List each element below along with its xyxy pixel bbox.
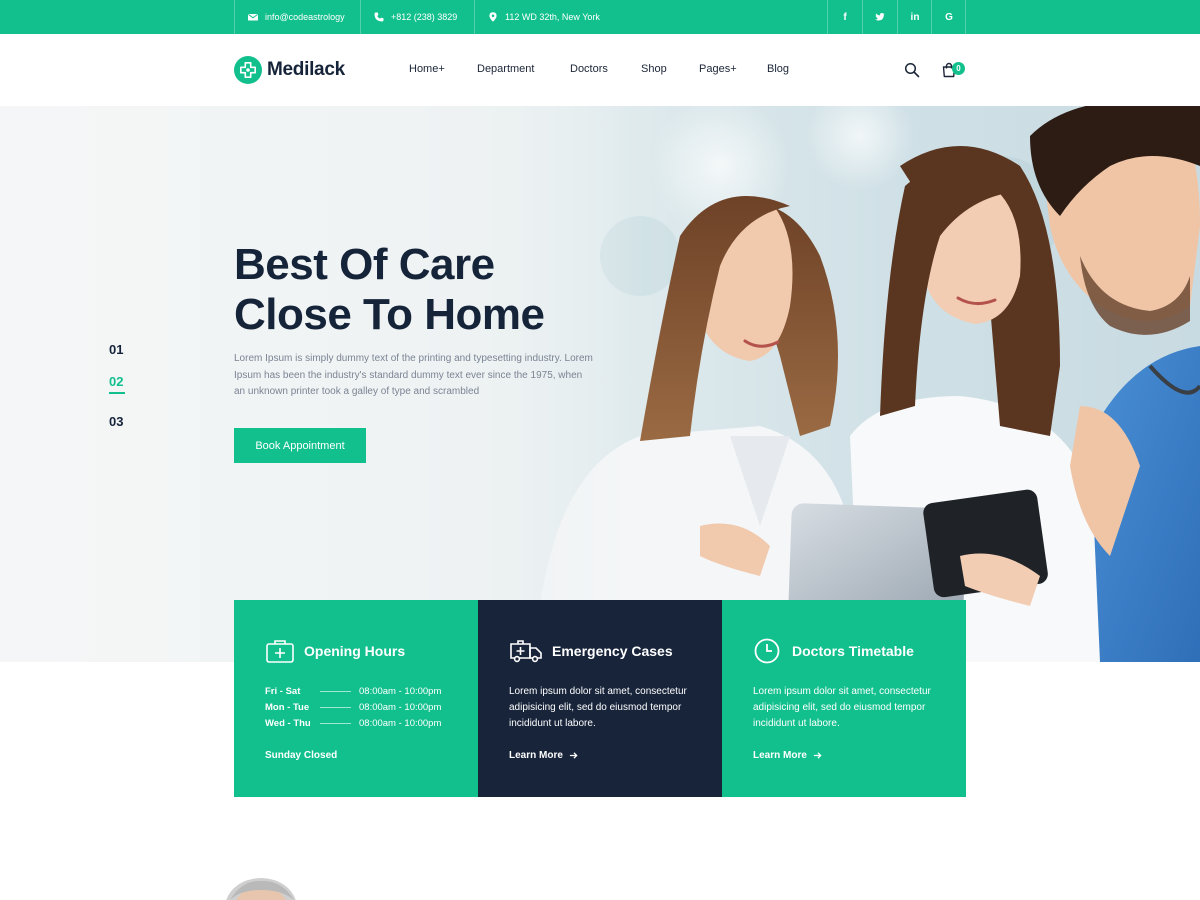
nav-home[interactable]: Home+ xyxy=(409,63,445,75)
hero-heading-line-1: Best Of Care xyxy=(234,240,495,289)
nav-doctors[interactable]: Doctors xyxy=(570,63,608,75)
google-glyph: G xyxy=(945,11,953,23)
slide-indicator-2[interactable]: 02 xyxy=(109,374,123,389)
book-appointment-button[interactable]: Book Appointment xyxy=(234,428,366,463)
emergency-title: Emergency Cases xyxy=(552,643,673,659)
timetable-text: Lorem ipsum dolor sit amet, consectetur … xyxy=(753,686,931,729)
top-bar: info@codeastrology +812 (238) 3829 112 W… xyxy=(0,0,1200,34)
active-slide-underline xyxy=(109,392,125,394)
top-bar-divider xyxy=(234,0,235,34)
hours-row: Fri - Sat 08:00am - 10:00pm xyxy=(265,684,465,698)
timetable-title: Doctors Timetable xyxy=(792,643,914,659)
emergency-header: Emergency Cases xyxy=(509,636,673,666)
hours-time: 08:00am - 10:00pm xyxy=(359,701,442,713)
slide-indicator-3[interactable]: 03 xyxy=(109,414,123,429)
hero-doctors-photo xyxy=(0,106,1200,662)
timetable-learn-more-link[interactable]: Learn More xyxy=(753,750,822,761)
main-header: Medilack Home+ Department Doctors Shop P… xyxy=(0,34,1200,106)
doctors-timetable-card: Doctors Timetable Lorem ipsum dolor sit … xyxy=(722,600,966,797)
learn-more-label: Learn More xyxy=(753,750,807,761)
clock-icon xyxy=(754,638,780,664)
opening-hours-header: Opening Hours xyxy=(265,636,405,666)
top-bar-divider xyxy=(965,0,966,34)
hero-description: Lorem Ipsum is simply dummy text of the … xyxy=(234,353,593,397)
opening-hours-title: Opening Hours xyxy=(304,643,406,659)
top-bar-divider xyxy=(474,0,475,34)
arrow-right-icon xyxy=(813,752,822,759)
cart-count-badge: 0 xyxy=(952,62,965,75)
hours-divider-line xyxy=(320,722,351,724)
slide-indicator-1[interactable]: 01 xyxy=(109,342,123,357)
hours-divider-line xyxy=(320,706,351,708)
top-bar-divider xyxy=(360,0,361,34)
top-bar-address[interactable]: 112 WD 32th, New York xyxy=(488,0,600,34)
doctor-photo-partial xyxy=(222,878,300,900)
arrow-right-icon xyxy=(569,752,578,759)
hero-heading-line-2: Close To Home xyxy=(234,290,545,339)
facebook-glyph: f xyxy=(843,11,847,23)
emergency-learn-more-link[interactable]: Learn More xyxy=(509,750,578,761)
brand-name: Medilack xyxy=(267,59,345,80)
twitter-bird-icon xyxy=(875,13,885,21)
nav-pages[interactable]: Pages+ xyxy=(699,63,737,75)
phone-text: +812 (238) 3829 xyxy=(391,12,458,22)
nav-shop[interactable]: Shop xyxy=(641,63,667,75)
opening-hours-card: Opening Hours Fri - Sat 08:00am - 10:00p… xyxy=(234,600,478,797)
twitter-icon[interactable] xyxy=(863,0,897,34)
facebook-icon[interactable]: f xyxy=(828,0,862,34)
hours-row: Mon - Tue 08:00am - 10:00pm xyxy=(265,700,465,714)
email-text: info@codeastrology xyxy=(265,12,345,22)
hours-day: Fri - Sat xyxy=(265,685,301,697)
address-text: 112 WD 32th, New York xyxy=(505,12,600,22)
brand-logo[interactable]: Medilack xyxy=(234,56,345,84)
hero-slider: 01 02 03 Best Of Care Close To Home Lore… xyxy=(0,106,1200,662)
map-pin-icon xyxy=(489,12,497,22)
timetable-header: Doctors Timetable xyxy=(753,636,914,666)
top-bar-phone[interactable]: +812 (238) 3829 xyxy=(374,0,457,34)
hours-day: Wed - Thu xyxy=(265,717,311,729)
top-bar-email[interactable]: info@codeastrology xyxy=(248,0,345,34)
emergency-cases-card: Emergency Cases Lorem ipsum dolor sit am… xyxy=(478,600,722,797)
nav-blog[interactable]: Blog xyxy=(767,63,789,75)
hours-row: Wed - Thu 08:00am - 10:00pm xyxy=(265,716,465,730)
envelope-icon xyxy=(248,14,258,21)
phone-icon xyxy=(374,12,384,22)
hours-time: 08:00am - 10:00pm xyxy=(359,685,442,697)
sunday-closed-note: Sunday Closed xyxy=(265,750,338,761)
emergency-text: Lorem ipsum dolor sit amet, consectetur … xyxy=(509,686,687,729)
linkedin-glyph: in xyxy=(910,11,920,23)
first-aid-kit-icon xyxy=(266,640,294,663)
medical-cross-logo-icon xyxy=(234,56,262,84)
linkedin-icon[interactable]: in xyxy=(898,0,932,34)
ambulance-icon xyxy=(510,640,542,663)
hours-time: 08:00am - 10:00pm xyxy=(359,717,442,729)
learn-more-label: Learn More xyxy=(509,750,563,761)
search-icon[interactable] xyxy=(904,62,920,78)
hours-day: Mon - Tue xyxy=(265,701,310,713)
hero-heading: Best Of Care Close To Home xyxy=(234,240,634,340)
hours-divider-line xyxy=(320,690,351,692)
nav-department[interactable]: Department xyxy=(477,63,534,75)
google-icon[interactable]: G xyxy=(932,0,966,34)
